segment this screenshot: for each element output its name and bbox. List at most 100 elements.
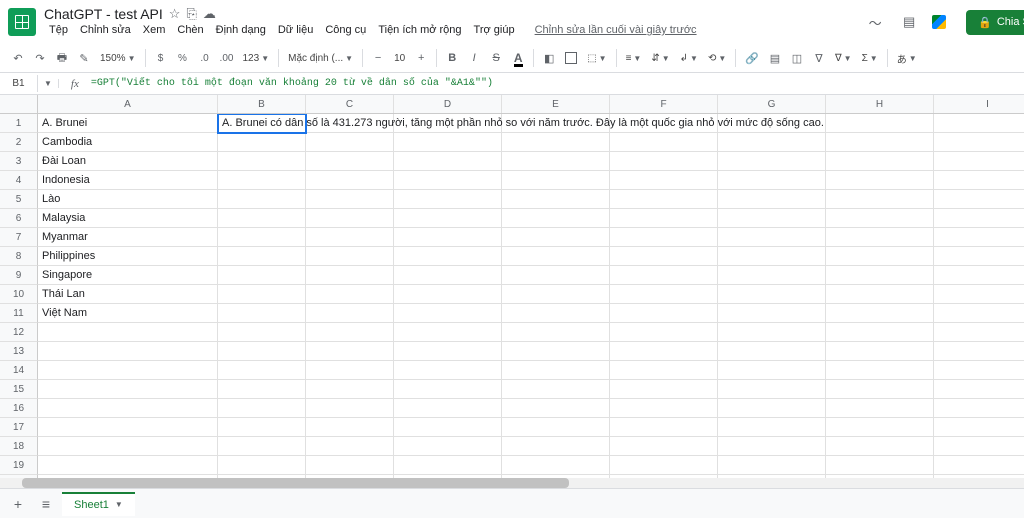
format-percent[interactable]: % [173,47,193,69]
cell[interactable] [502,171,610,190]
cell[interactable] [502,304,610,323]
cell[interactable]: A. Brunei có dân số là 431.273 người, tă… [218,114,306,133]
cell[interactable] [218,418,306,437]
cell[interactable] [610,399,718,418]
all-sheets-button[interactable]: ≡ [34,492,58,516]
cell[interactable] [718,190,826,209]
strike-button[interactable]: S [486,47,506,69]
column-header[interactable]: F [610,95,718,113]
text-color-button[interactable]: A [508,47,528,69]
history-icon[interactable]: 〜 [864,11,886,33]
column-header[interactable]: E [502,95,610,113]
functions-button[interactable]: Σ▼ [858,51,882,66]
decrease-decimal[interactable]: .0 [195,47,215,69]
cell[interactable] [394,171,502,190]
cell[interactable] [610,285,718,304]
print-button[interactable]: 🖶 [52,47,72,69]
cell[interactable] [934,209,1024,228]
cell[interactable] [394,209,502,228]
row-header[interactable]: 13 [0,342,38,361]
font-select[interactable]: Mặc định (...▼ [284,51,357,66]
cell[interactable] [502,152,610,171]
add-sheet-button[interactable]: + [6,492,30,516]
cell[interactable] [718,266,826,285]
align-v-button[interactable]: ⇵▼ [647,51,673,66]
cell[interactable] [718,304,826,323]
star-icon[interactable]: ☆ [169,6,181,22]
cell[interactable] [218,152,306,171]
cell[interactable] [394,399,502,418]
cell[interactable]: Đài Loan [38,152,218,171]
cell[interactable] [826,418,934,437]
cell[interactable] [502,266,610,285]
cell[interactable] [718,285,826,304]
cell[interactable] [610,380,718,399]
cell[interactable] [610,247,718,266]
filter-views-button[interactable]: ∇▼ [831,51,856,66]
cell[interactable] [218,247,306,266]
cell[interactable] [306,437,394,456]
cell[interactable] [394,190,502,209]
cell[interactable] [394,380,502,399]
font-size-up[interactable]: + [411,47,431,69]
cell[interactable] [610,209,718,228]
cell[interactable] [718,361,826,380]
cell[interactable] [38,437,218,456]
cell[interactable] [306,266,394,285]
cell[interactable] [218,456,306,475]
cell[interactable] [306,133,394,152]
cell[interactable] [502,418,610,437]
menu-xem[interactable]: Xem [138,22,171,38]
menu-chỉnh sửa[interactable]: Chỉnh sửa [75,22,136,38]
cell[interactable] [502,228,610,247]
cell[interactable] [394,361,502,380]
cell[interactable] [610,171,718,190]
cell[interactable] [218,285,306,304]
cell[interactable] [934,171,1024,190]
cell[interactable] [718,342,826,361]
cell[interactable] [218,133,306,152]
menu-tệp[interactable]: Tệp [44,22,73,38]
cell[interactable] [718,228,826,247]
row-header[interactable]: 3 [0,152,38,171]
cell[interactable] [826,152,934,171]
cell[interactable] [826,456,934,475]
cell[interactable] [218,266,306,285]
paint-format-button[interactable]: ✎ [74,47,94,69]
cell[interactable] [306,228,394,247]
cell[interactable] [934,437,1024,456]
cell[interactable] [826,114,934,133]
cell[interactable] [38,399,218,418]
cell[interactable] [610,152,718,171]
cell[interactable] [306,171,394,190]
cloud-icon[interactable]: ☁ [203,6,216,22]
link-button[interactable]: 🔗 [741,47,763,69]
row-header[interactable]: 1 [0,114,38,133]
row-header[interactable]: 2 [0,133,38,152]
row-header[interactable]: 9 [0,266,38,285]
cell[interactable] [718,399,826,418]
cell[interactable] [218,342,306,361]
cell[interactable] [610,266,718,285]
cell[interactable] [610,456,718,475]
cell[interactable] [610,418,718,437]
cell[interactable] [218,437,306,456]
italic-button[interactable]: I [464,47,484,69]
cell[interactable] [934,418,1024,437]
rotate-button[interactable]: ⟲▼ [704,51,730,66]
cell[interactable]: Philippines [38,247,218,266]
row-header[interactable]: 4 [0,171,38,190]
cell[interactable] [826,266,934,285]
meet-icon[interactable] [932,11,954,33]
row-header[interactable]: 19 [0,456,38,475]
row-header[interactable]: 15 [0,380,38,399]
cell[interactable] [502,361,610,380]
row-header[interactable]: 11 [0,304,38,323]
cell[interactable] [826,380,934,399]
document-title[interactable]: ChatGPT - test API [44,6,163,22]
move-icon[interactable]: ⎘ [186,6,196,22]
undo-button[interactable]: ↶ [8,47,28,69]
row-header[interactable]: 8 [0,247,38,266]
horizontal-scrollbar[interactable] [0,478,1024,488]
cell[interactable] [38,342,218,361]
